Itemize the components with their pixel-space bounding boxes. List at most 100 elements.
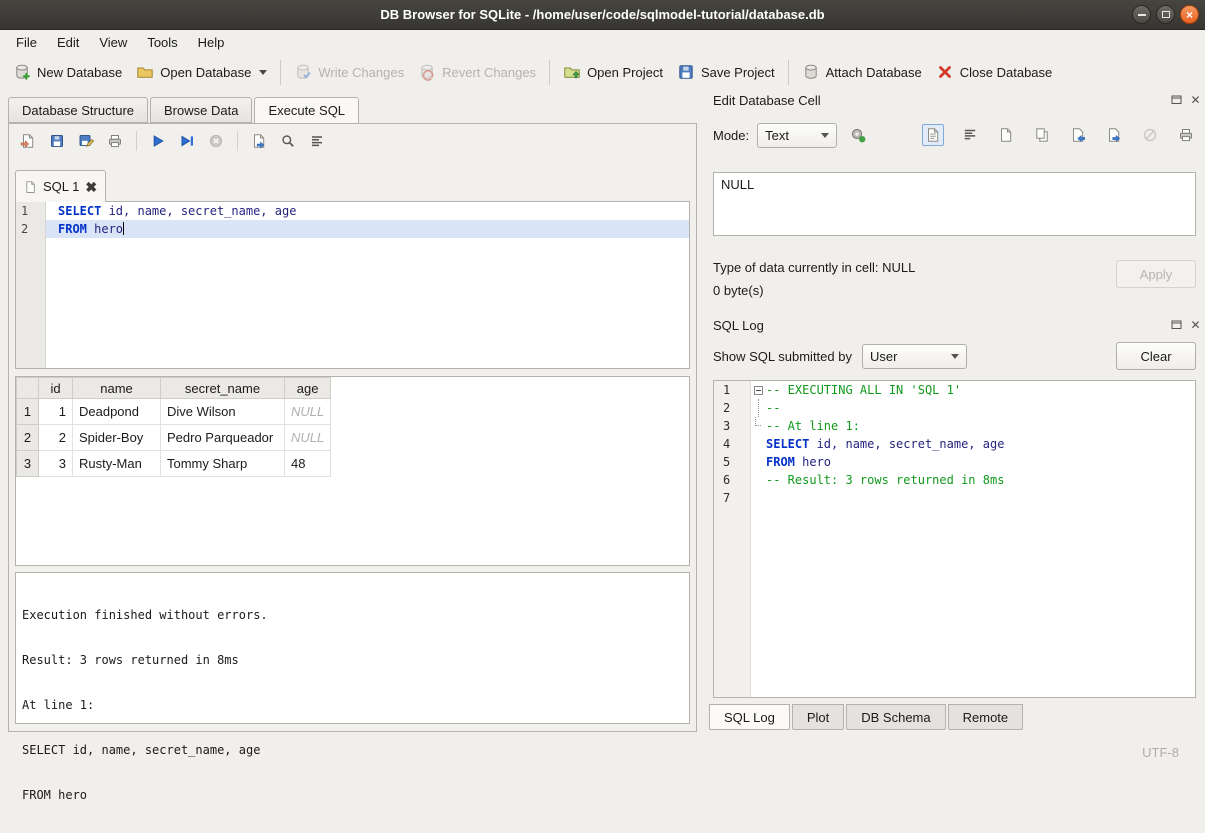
- tab-browse-data[interactable]: Browse Data: [150, 97, 252, 123]
- close-tab-icon[interactable]: ✖: [85, 180, 97, 194]
- column-header-id[interactable]: id: [39, 378, 73, 399]
- write-changes-button[interactable]: Write Changes: [287, 58, 411, 86]
- column-header-secret-name[interactable]: secret_name: [161, 378, 285, 399]
- sql-editor[interactable]: 1 SELECT id, name, secret_name, age 2 FR…: [15, 201, 690, 369]
- cell-name[interactable]: Spider-Boy: [73, 425, 161, 451]
- menu-view[interactable]: View: [89, 32, 137, 53]
- close-database-button[interactable]: Close Database: [929, 58, 1060, 86]
- open-project-button[interactable]: Open Project: [556, 58, 670, 86]
- new-database-button[interactable]: New Database: [6, 58, 129, 86]
- log-line: 1 -- EXECUTING ALL IN 'SQL 1': [714, 381, 1195, 399]
- tab-db-schema[interactable]: DB Schema: [846, 704, 945, 730]
- menu-help[interactable]: Help: [188, 32, 235, 53]
- cell-value-editor[interactable]: NULL: [713, 172, 1196, 236]
- log-line: 7: [714, 489, 1195, 507]
- cell-id[interactable]: 1: [39, 399, 73, 425]
- open-in-new-tab-icon[interactable]: [249, 131, 269, 151]
- filter-label: Show SQL submitted by: [713, 349, 852, 364]
- tab-remote[interactable]: Remote: [948, 704, 1024, 730]
- apply-button[interactable]: Apply: [1116, 260, 1196, 288]
- editor-empty-area: [16, 238, 689, 368]
- execute-all-icon[interactable]: [148, 131, 168, 151]
- cell-age[interactable]: NULL: [285, 425, 331, 451]
- import-icon[interactable]: [1068, 125, 1088, 145]
- row-header[interactable]: 1: [17, 399, 39, 425]
- new-database-icon: [13, 63, 31, 81]
- export-icon[interactable]: [1104, 125, 1124, 145]
- float-panel-icon[interactable]: [1170, 93, 1183, 106]
- sql-log-view: 1 -- EXECUTING ALL IN 'SQL 1' 2 -- 3 -- …: [713, 380, 1196, 698]
- cell-secret-name[interactable]: Tommy Sharp: [161, 451, 285, 477]
- editor-code: FROM hero: [46, 220, 689, 238]
- clear-log-button[interactable]: Clear: [1116, 342, 1196, 370]
- tab-plot[interactable]: Plot: [792, 704, 844, 730]
- save-sql-file-icon[interactable]: [47, 131, 67, 151]
- row-header[interactable]: 2: [17, 425, 39, 451]
- fold-line: [758, 399, 759, 417]
- main-toolbar: New Database Open Database Write Changes…: [0, 54, 1205, 90]
- submitted-by-select[interactable]: User: [862, 344, 967, 369]
- open-database-button[interactable]: Open Database: [129, 58, 274, 86]
- cell-name[interactable]: Deadpond: [73, 399, 161, 425]
- format-sql-icon[interactable]: [307, 131, 327, 151]
- print-cell-icon[interactable]: [1176, 125, 1196, 145]
- tab-execute-sql[interactable]: Execute SQL: [254, 97, 359, 124]
- float-panel-icon[interactable]: [1170, 318, 1183, 331]
- close-button[interactable]: ×: [1180, 5, 1199, 24]
- cell-age[interactable]: 48: [285, 451, 331, 477]
- save-sql-file-as-icon[interactable]: [76, 131, 96, 151]
- log-line-number: 4: [714, 435, 750, 453]
- find-replace-icon[interactable]: [278, 131, 298, 151]
- mode-select-value: Text: [765, 128, 789, 143]
- maximize-button[interactable]: [1156, 5, 1175, 24]
- chevron-down-icon: [821, 133, 829, 138]
- row-header[interactable]: 3: [17, 451, 39, 477]
- open-file-icon[interactable]: [996, 125, 1016, 145]
- execute-current-line-icon[interactable]: [177, 131, 197, 151]
- log-comment: --: [766, 399, 780, 417]
- copy-icon[interactable]: [1032, 125, 1052, 145]
- cell-id[interactable]: 3: [39, 451, 73, 477]
- execute-sql-panel: SQL 1 ✖ 1 SELECT id, name, secret_name, …: [8, 123, 697, 732]
- mode-select[interactable]: Text: [757, 123, 837, 148]
- cell-secret-name[interactable]: Dive Wilson: [161, 399, 285, 425]
- cell-age[interactable]: NULL: [285, 399, 331, 425]
- stop-icon[interactable]: [206, 131, 226, 151]
- corner-header-cell[interactable]: [17, 378, 39, 399]
- text-mode-icon[interactable]: [922, 124, 944, 146]
- fold-collapse-icon[interactable]: [754, 386, 763, 395]
- word-wrap-icon[interactable]: [960, 125, 980, 145]
- editor-current-line: 2 FROM hero: [16, 220, 689, 238]
- edit-cell-toolbar: Mode: Text: [713, 122, 1196, 148]
- set-null-icon[interactable]: [1140, 125, 1160, 145]
- cell-id[interactable]: 2: [39, 425, 73, 451]
- encoding-indicator[interactable]: UTF-8: [1142, 745, 1179, 760]
- print-icon[interactable]: [105, 131, 125, 151]
- menu-tools[interactable]: Tools: [137, 32, 187, 53]
- minimize-icon: [1138, 14, 1146, 16]
- log-line-number: 1: [714, 381, 750, 399]
- auto-apply-icon[interactable]: [847, 124, 869, 146]
- revert-changes-button[interactable]: Revert Changes: [411, 58, 543, 86]
- close-panel-icon[interactable]: ✕: [1189, 318, 1202, 331]
- cell-secret-name[interactable]: Pedro Parqueador: [161, 425, 285, 451]
- table-row: 2 2 Spider-Boy Pedro Parqueador NULL: [17, 425, 331, 451]
- open-database-dropdown-icon[interactable]: [259, 70, 267, 75]
- tab-sql-log[interactable]: SQL Log: [709, 704, 790, 730]
- open-sql-file-icon[interactable]: [18, 131, 38, 151]
- column-header-age[interactable]: age: [285, 378, 331, 399]
- message-line: Result: 3 rows returned in 8ms: [22, 653, 683, 668]
- close-panel-icon[interactable]: ✕: [1189, 93, 1202, 106]
- open-database-icon: [136, 63, 154, 81]
- tab-database-structure[interactable]: Database Structure: [8, 97, 148, 123]
- cell-edit-icons: [922, 124, 1196, 146]
- cell-name[interactable]: Rusty-Man: [73, 451, 161, 477]
- editor-code: SELECT id, name, secret_name, age: [46, 202, 689, 220]
- minimize-button[interactable]: [1132, 5, 1151, 24]
- menu-edit[interactable]: Edit: [47, 32, 89, 53]
- column-header-name[interactable]: name: [73, 378, 161, 399]
- save-project-button[interactable]: Save Project: [670, 58, 782, 86]
- attach-database-button[interactable]: Attach Database: [795, 58, 929, 86]
- sql-document-tab[interactable]: SQL 1 ✖: [15, 170, 106, 202]
- menu-file[interactable]: File: [6, 32, 47, 53]
